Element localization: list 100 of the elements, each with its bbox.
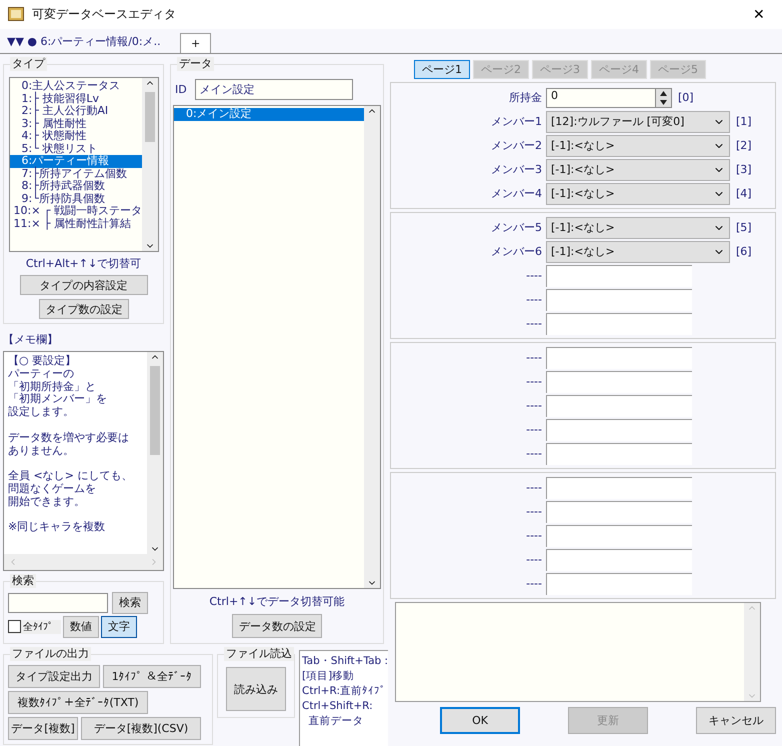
input-field[interactable] (546, 572, 692, 594)
list-item[interactable]: 5:└ 状態リスト (10, 142, 142, 155)
memo-line: データ数を増やす必要は (8, 432, 129, 445)
list-item[interactable]: 0:メイン設定 (174, 108, 364, 120)
dropdown[interactable]: [-1]:<なし> (546, 216, 730, 238)
memo-line: 「初期メンバー」を (8, 393, 107, 406)
page-tab[interactable]: ページ1 (414, 60, 470, 79)
hint-text: Ctrl+Alt+↑↓で切替可 (26, 256, 142, 271)
field-label: メンバー2 (490, 138, 543, 153)
input-field[interactable] (546, 500, 692, 522)
memo-line: ありません。 (8, 444, 74, 458)
load-button[interactable]: 読み込み (226, 667, 286, 711)
memo-line: 問題なくゲームを (8, 482, 96, 496)
input-field[interactable] (546, 312, 692, 334)
input-field[interactable] (546, 524, 692, 546)
list-item[interactable]: 1:├ 技能習得Lv (10, 92, 142, 105)
list-item[interactable]: 10:× ┌ 戦闘一時ステータ (10, 205, 142, 218)
button[interactable]: データ[複数](CSV) (81, 717, 201, 740)
button[interactable]: タイプの内容設定 (20, 275, 148, 295)
input-field[interactable] (546, 548, 692, 570)
scrollbar[interactable] (147, 352, 163, 554)
index-label: [5] (736, 221, 752, 234)
notes-field[interactable] (395, 602, 761, 702)
scrollbar[interactable] (364, 106, 380, 588)
group-title: ファイル読込 (224, 647, 294, 661)
field-label: メンバー1 (490, 114, 543, 129)
input-field[interactable] (546, 370, 692, 392)
index-label: [4] (736, 187, 752, 200)
mode-toggle[interactable]: 数値 (63, 616, 99, 638)
index-label: [0] (678, 91, 694, 104)
memo-line: 「初期所持金」と (8, 380, 96, 393)
scrollbar[interactable] (142, 78, 158, 251)
group-title: データ (177, 57, 214, 71)
button[interactable]: データ数の設定 (232, 614, 322, 638)
field-label: 所持金 (508, 90, 543, 105)
memo-line: 開始できます。 (8, 496, 85, 509)
field-label: ---- (525, 577, 543, 590)
field-label: ---- (525, 505, 543, 518)
list-item[interactable]: 11:× ├ 属性耐性計算結 (10, 218, 142, 230)
input-field[interactable] (546, 264, 692, 286)
input-field[interactable] (546, 346, 692, 368)
mode-toggle[interactable]: 文字 (101, 616, 137, 638)
spin-buttons[interactable] (655, 88, 671, 106)
field-label: ---- (525, 423, 543, 436)
button[interactable]: 1ﾀｲﾌﾟ ＆全ﾃﾞｰﾀ (103, 665, 201, 688)
list-item[interactable]: 7:├所持アイテム個数 (10, 168, 142, 180)
input-field[interactable] (546, 418, 692, 440)
list-item[interactable]: 4:├ 状態耐性 (10, 130, 142, 142)
number-field[interactable]: 0 (546, 88, 672, 108)
all-types-checkbox[interactable]: 全ﾀｲﾌﾟ (8, 620, 61, 634)
dropdown[interactable]: [-1]:<なし> (546, 158, 730, 180)
dropdown[interactable]: [-1]:<なし> (546, 182, 730, 204)
scrollbar-thumb[interactable] (144, 92, 154, 142)
button[interactable]: 複数ﾀｲﾌﾟ＋全ﾃﾞｰﾀ(TXT) (8, 691, 148, 714)
button[interactable]: タイプ数の設定 (38, 299, 128, 319)
button[interactable]: タイプ設定出力 (8, 665, 100, 688)
horizontal-scrollbar[interactable] (4, 554, 163, 570)
group-title: タイプ (10, 57, 47, 71)
list-item[interactable]: 6:パーティー情報 (10, 155, 142, 168)
input-field[interactable] (546, 288, 692, 310)
tab[interactable]: + (180, 33, 212, 53)
group-title: 検索 (10, 574, 36, 588)
app-icon (8, 7, 24, 22)
input-field[interactable] (546, 476, 692, 498)
data-list[interactable]: 0:メイン設定 (173, 105, 381, 589)
list-item[interactable]: 0:主人公ステータス (10, 80, 142, 92)
memo-line: パーティーの (8, 368, 74, 380)
field-label: メンバー4 (490, 186, 543, 201)
field-label: ---- (525, 375, 543, 388)
dropdown[interactable]: [12]:ウルファール [可変0] (546, 110, 730, 132)
search-button[interactable]: 検索 (112, 592, 148, 614)
dialog-button[interactable]: キャンセル (696, 707, 776, 734)
list-item[interactable]: 2:├ 主人公行動AI (10, 105, 142, 118)
list-item[interactable]: 3:├ 属性耐性 (10, 118, 142, 130)
id-field[interactable]: メイン設定 (194, 79, 353, 100)
list-item[interactable]: 8:├所持武器個数 (10, 180, 142, 192)
memo-line: ※同じキャラを複数 (8, 521, 106, 534)
field-label: メンバー3 (490, 162, 543, 177)
field-label: ---- (525, 481, 543, 494)
memo-line: 全員 <なし> にしても、 (8, 470, 132, 483)
type-list[interactable]: 0:主人公ステータス 1:├ 技能習得Lv 2:├ 主人公行動AI 3:├ 属性耐性 4:├ 状態耐性 5:└ 状態リスト 6:パーティー情報 7:├所持アイテム個数 8:├所持武器個数 9:└所持防具個数 10:× ┌ 戦闘一時ステータ 11:× ├ 属性耐性計算結 (8, 77, 158, 252)
input-field[interactable] (546, 442, 692, 464)
field-label: メンバー5 (490, 220, 543, 235)
close-button[interactable]: ✕ (744, 1, 774, 28)
memo-field[interactable]: 【○ 要設定】 パーティーの 「初期所持金」と 「初期メンバー」を 設定します。 データ数を増やす必要は ありません。 全員 <なし> にしても、 問題なくゲームを 開始できます。 ※同じキャラを複数 (3, 351, 164, 571)
dropdown[interactable]: [-1]:<なし> (546, 240, 730, 262)
group-title: ファイルの出力 (10, 647, 91, 661)
field-label: ---- (525, 399, 543, 412)
field-label: メンバー6 (490, 244, 543, 259)
button[interactable]: データ[複数] (8, 717, 78, 740)
input-field[interactable] (546, 394, 692, 416)
field-label: ---- (525, 269, 543, 282)
dialog-button[interactable]: OK (440, 707, 520, 734)
scrollbar-thumb[interactable] (150, 366, 160, 455)
index-label: [3] (736, 163, 752, 176)
window-title: 可変データベースエディタ (32, 6, 177, 23)
memo-label: 【メモ欄】 (3, 332, 59, 347)
list-item[interactable]: 9:└所持防具個数 (10, 192, 142, 205)
search-field[interactable] (8, 592, 108, 613)
dropdown[interactable]: [-1]:<なし> (546, 134, 730, 156)
